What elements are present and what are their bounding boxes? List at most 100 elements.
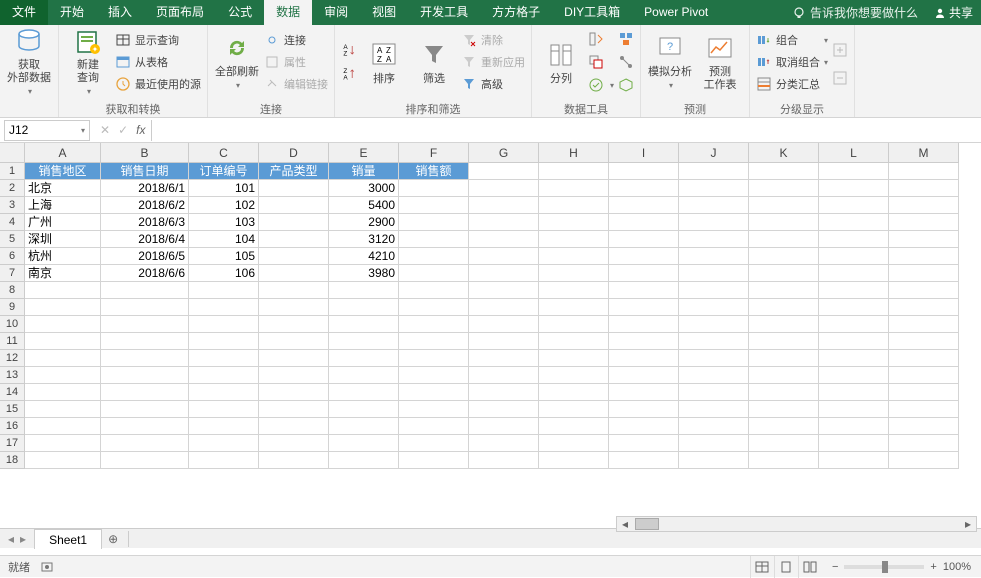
cell[interactable] (189, 418, 259, 435)
cell[interactable] (889, 231, 959, 248)
cell[interactable] (609, 367, 679, 384)
column-header[interactable]: C (189, 143, 259, 163)
cell[interactable]: 南京 (25, 265, 101, 282)
cell[interactable] (889, 333, 959, 350)
cell[interactable] (539, 265, 609, 282)
cell[interactable] (819, 299, 889, 316)
row-header[interactable]: 1 (0, 163, 25, 180)
sort-desc-button[interactable]: ZA (341, 63, 357, 85)
cell[interactable] (889, 350, 959, 367)
cell[interactable] (189, 282, 259, 299)
cell[interactable] (399, 333, 469, 350)
cell[interactable] (399, 248, 469, 265)
connections-button[interactable]: 连接 (264, 29, 328, 51)
group-button[interactable]: 组合▾ (756, 29, 828, 51)
cell[interactable] (539, 435, 609, 452)
show-queries-button[interactable]: 显示查询 (115, 29, 201, 51)
cell[interactable] (889, 265, 959, 282)
sheet-nav-next-icon[interactable]: ▸ (20, 532, 26, 546)
cell[interactable]: 3000 (329, 180, 399, 197)
zoom-out-button[interactable]: − (832, 561, 838, 573)
cell[interactable]: 广州 (25, 214, 101, 231)
cell[interactable] (329, 316, 399, 333)
sheet-nav-prev-icon[interactable]: ◂ (8, 532, 14, 546)
cell[interactable] (101, 401, 189, 418)
cell[interactable] (819, 197, 889, 214)
cell[interactable] (679, 333, 749, 350)
cell[interactable]: 106 (189, 265, 259, 282)
cell[interactable] (469, 163, 539, 180)
cell[interactable] (679, 350, 749, 367)
cell[interactable] (819, 367, 889, 384)
cell[interactable] (329, 452, 399, 469)
cell[interactable] (399, 299, 469, 316)
cell[interactable]: 深圳 (25, 231, 101, 248)
tab-插入[interactable]: 插入 (96, 0, 144, 25)
scroll-left-icon[interactable]: ◂ (617, 517, 633, 531)
cell[interactable] (749, 231, 819, 248)
row-header[interactable]: 4 (0, 214, 25, 231)
cell[interactable] (609, 316, 679, 333)
forecast-sheet-button[interactable]: 预测 工作表 (697, 27, 743, 97)
cell[interactable]: 104 (189, 231, 259, 248)
cell[interactable] (889, 452, 959, 469)
text-to-columns-button[interactable]: 分列 (538, 27, 584, 97)
cell[interactable]: 105 (189, 248, 259, 265)
row-header[interactable]: 17 (0, 435, 25, 452)
cell[interactable] (259, 282, 329, 299)
cell[interactable] (819, 418, 889, 435)
cell[interactable] (329, 435, 399, 452)
get-external-data-button[interactable]: 获取 外部数据▾ (6, 27, 52, 97)
select-all-corner[interactable] (0, 143, 25, 163)
cell[interactable] (889, 401, 959, 418)
cell[interactable]: 销量 (329, 163, 399, 180)
column-header[interactable]: D (259, 143, 329, 163)
view-page-layout-button[interactable] (774, 556, 798, 578)
cell[interactable] (399, 180, 469, 197)
cell[interactable] (889, 163, 959, 180)
cell[interactable] (469, 316, 539, 333)
cell[interactable] (259, 316, 329, 333)
scroll-right-icon[interactable]: ▸ (960, 517, 976, 531)
cell[interactable] (609, 197, 679, 214)
cell[interactable] (469, 248, 539, 265)
cell[interactable]: 上海 (25, 197, 101, 214)
cell[interactable] (819, 248, 889, 265)
cell[interactable] (889, 316, 959, 333)
cell[interactable] (679, 367, 749, 384)
cell[interactable] (819, 435, 889, 452)
cell[interactable] (25, 333, 101, 350)
cell[interactable]: 3980 (329, 265, 399, 282)
cell[interactable] (399, 435, 469, 452)
zoom-level[interactable]: 100% (943, 561, 971, 573)
cell[interactable] (539, 418, 609, 435)
cell[interactable] (101, 333, 189, 350)
cell[interactable] (889, 180, 959, 197)
from-table-button[interactable]: 从表格 (115, 51, 201, 73)
relationships-button[interactable] (618, 51, 634, 73)
cell[interactable] (679, 197, 749, 214)
cell[interactable] (609, 282, 679, 299)
row-header[interactable]: 6 (0, 248, 25, 265)
cell[interactable] (679, 180, 749, 197)
row-header[interactable]: 13 (0, 367, 25, 384)
cell[interactable] (189, 316, 259, 333)
cell[interactable] (679, 418, 749, 435)
column-header[interactable]: F (399, 143, 469, 163)
cell[interactable] (469, 180, 539, 197)
cell[interactable] (25, 299, 101, 316)
cell[interactable] (539, 197, 609, 214)
cell[interactable] (25, 435, 101, 452)
cell[interactable] (25, 452, 101, 469)
zoom-in-button[interactable]: + (930, 561, 936, 573)
cell[interactable] (749, 367, 819, 384)
remove-duplicates-button[interactable] (588, 51, 614, 73)
row-header[interactable]: 9 (0, 299, 25, 316)
cell[interactable] (609, 214, 679, 231)
tab-公式[interactable]: 公式 (216, 0, 264, 25)
cell[interactable] (749, 333, 819, 350)
cell[interactable] (469, 418, 539, 435)
cell[interactable]: 3120 (329, 231, 399, 248)
refresh-all-button[interactable]: 全部刷新▾ (214, 27, 260, 97)
cell[interactable] (749, 452, 819, 469)
